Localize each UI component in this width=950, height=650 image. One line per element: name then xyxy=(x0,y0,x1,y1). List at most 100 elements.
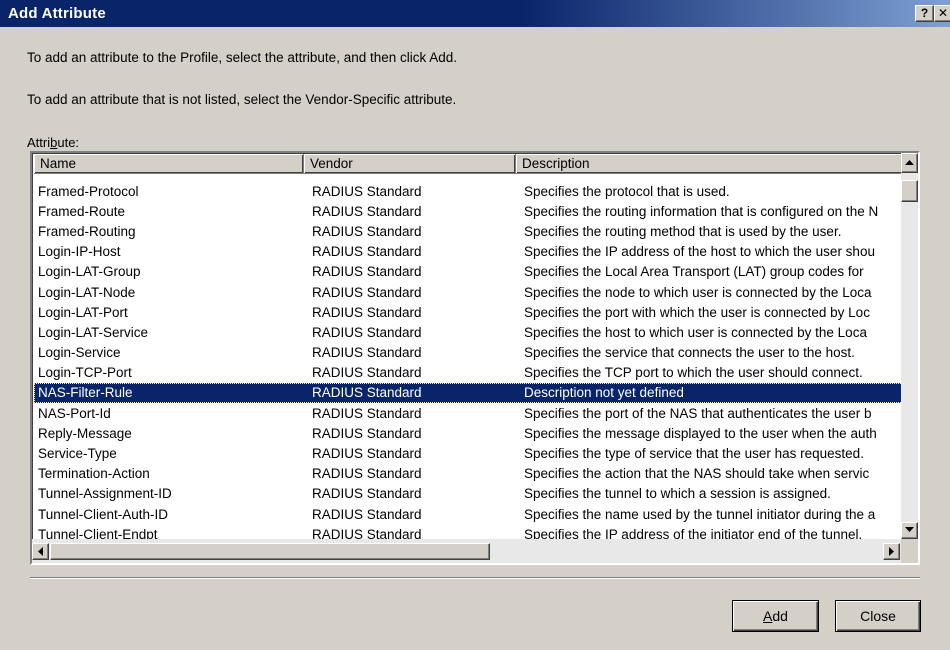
table-row[interactable]: Framed-Routing RADIUS Standard Specifies t… xyxy=(34,221,903,241)
table-row[interactable]: Tunnel-Assignment-ID RADIUS Standard Speci… xyxy=(34,484,903,504)
table-row[interactable]: Framed-Route RADIUS Standard Specifies the… xyxy=(34,201,903,221)
scroll-down-button[interactable] xyxy=(901,522,918,539)
cell-name: Login-IP-Host xyxy=(38,244,121,260)
help-icon: ? xyxy=(920,6,929,20)
vertical-scrollbar[interactable] xyxy=(901,153,918,539)
cell-vendor: RADIUS Standard xyxy=(312,223,422,239)
cell-vendor: RADIUS Standard xyxy=(312,466,422,482)
cell-description: Specifies the port of the NAS that authe… xyxy=(524,405,872,421)
cell-name: NAS-Port-Id xyxy=(38,405,111,421)
table-row[interactable]: Framed-Protocol RADIUS Standard Specifies … xyxy=(34,181,903,201)
cell-vendor: RADIUS Standard xyxy=(312,385,422,401)
cell-vendor: RADIUS Standard xyxy=(312,345,422,361)
cell-description: Specifies the node to which user is conn… xyxy=(524,284,872,300)
scroll-up-button[interactable] xyxy=(901,153,918,173)
cell-description: Specifies the routing information that i… xyxy=(524,203,879,219)
horizontal-scrollbar[interactable] xyxy=(32,539,901,563)
close-button-label: Close xyxy=(860,608,896,624)
cell-description: Specifies the action that the NAS should… xyxy=(524,466,870,482)
close-window-button[interactable]: ✕ xyxy=(934,5,950,22)
divider xyxy=(30,577,920,579)
cell-name: Login-LAT-Port xyxy=(38,304,128,320)
help-button[interactable]: ? xyxy=(915,5,934,22)
table-row[interactable]: Tunnel-Client-Auth-ID RADIUS Standard Spec… xyxy=(34,504,903,524)
close-icon: ✕ xyxy=(937,6,949,20)
table-row[interactable]: Login-LAT-Port RADIUS Standard Specifies t… xyxy=(34,302,903,322)
cell-description: Specifies the protocol that is used. xyxy=(524,183,730,199)
cell-name: Login-Service xyxy=(38,345,121,361)
cell-description: Specifies the port with which the user i… xyxy=(524,304,870,320)
instruction-text-vendor-specific: To add an attribute that is not listed, … xyxy=(27,92,457,107)
column-header-vendor[interactable]: Vendor xyxy=(304,154,516,174)
cell-name: Login-TCP-Port xyxy=(38,365,132,381)
table-row[interactable]: Login-Service RADIUS Standard Specifies th… xyxy=(34,343,903,363)
cell-description: Specifies the routing method that is use… xyxy=(524,223,842,239)
up-arrow-icon xyxy=(905,160,914,165)
table-row[interactable]: Login-LAT-Service RADIUS Standard Specifie… xyxy=(34,322,903,342)
cell-vendor: RADIUS Standard xyxy=(312,425,422,441)
scroll-left-button[interactable] xyxy=(32,543,49,560)
cell-name: NAS-Filter-Rule xyxy=(38,385,133,401)
cell-name: Termination-Action xyxy=(38,466,150,482)
cell-description: Description not yet defined xyxy=(524,385,684,401)
cell-description: Specifies the host to which user is conn… xyxy=(524,324,867,340)
table-row[interactable]: NAS-Filter-Rule RADIUS Standard Descriptio… xyxy=(34,382,903,404)
cell-name: Login-LAT-Service xyxy=(38,324,149,340)
cell-vendor: RADIUS Standard xyxy=(312,183,422,199)
right-arrow-icon xyxy=(888,547,894,556)
table-row[interactable]: Login-IP-Host RADIUS Standard Specifies th… xyxy=(34,242,903,262)
cell-description: Specifies the TCP port to which the user… xyxy=(524,365,863,381)
column-header-name[interactable]: Name xyxy=(34,154,304,174)
cell-vendor: RADIUS Standard xyxy=(312,405,422,421)
horizontal-scroll-thumb[interactable] xyxy=(50,543,490,560)
cell-name: Service-Type xyxy=(38,446,117,462)
cell-vendor: RADIUS Standard xyxy=(312,506,422,522)
table-row[interactable]: Service-Type RADIUS Standard Specifies the… xyxy=(34,443,903,463)
vertical-scroll-thumb[interactable] xyxy=(901,180,918,202)
cell-vendor: RADIUS Standard xyxy=(312,486,422,502)
cell-name: Tunnel-Client-Auth-ID xyxy=(38,506,169,522)
cell-description: Specifies the tunnel to which a session … xyxy=(524,486,831,502)
cell-vendor: RADIUS Standard xyxy=(312,304,422,320)
cell-name: Login-LAT-Group xyxy=(38,264,141,280)
cell-vendor: RADIUS Standard xyxy=(312,446,422,462)
cell-name: Reply-Message xyxy=(38,425,132,441)
cell-vendor: RADIUS Standard xyxy=(312,284,422,300)
table-row[interactable]: Login-TCP-Port RADIUS Standard Specifies t… xyxy=(34,363,903,383)
add-button[interactable]: Add xyxy=(732,600,819,632)
cell-name: Framed-Routing xyxy=(38,223,136,239)
cell-vendor: RADIUS Standard xyxy=(312,324,422,340)
cell-name: Tunnel-Assignment-ID xyxy=(38,486,172,502)
add-button-label: Add xyxy=(763,608,788,624)
attribute-list[interactable]: Name Vendor Description Framed-Protocol R… xyxy=(30,151,920,565)
column-header-description[interactable]: Description xyxy=(516,154,903,174)
cell-name: Framed-Protocol xyxy=(38,183,139,199)
cell-description: Specifies the service that connects the … xyxy=(524,345,855,361)
cell-vendor: RADIUS Standard xyxy=(312,365,422,381)
attribute-list-label: Attribute: xyxy=(27,135,80,150)
instruction-text-add: To add an attribute to the Profile, sele… xyxy=(27,50,458,65)
cell-vendor: RADIUS Standard xyxy=(312,244,422,260)
cell-description: Specifies the name used by the tunnel in… xyxy=(524,506,876,522)
list-header: Name Vendor Description xyxy=(34,154,903,174)
scrollbar-corner xyxy=(901,539,918,563)
table-row[interactable]: Reply-Message RADIUS Standard Specifies th… xyxy=(34,423,903,443)
cell-description: Specifies the message displayed to the u… xyxy=(524,425,877,441)
table-row[interactable]: Login-LAT-Group RADIUS Standard Specifies … xyxy=(34,262,903,282)
title-bar: Add Attribute ? ✕ xyxy=(0,0,950,27)
window-title: Add Attribute xyxy=(8,5,106,22)
close-button[interactable]: Close xyxy=(835,600,921,632)
left-arrow-icon xyxy=(37,547,43,556)
cell-name: Framed-Route xyxy=(38,203,126,219)
table-row[interactable]: Termination-Action RADIUS Standard Specifi… xyxy=(34,464,903,484)
cell-description: Specifies the type of service that the u… xyxy=(524,446,864,462)
table-row[interactable]: Login-LAT-Node RADIUS Standard Specifies t… xyxy=(34,282,903,302)
cell-vendor: RADIUS Standard xyxy=(312,264,422,280)
cell-vendor: RADIUS Standard xyxy=(312,203,422,219)
cell-name: Login-LAT-Node xyxy=(38,284,136,300)
scroll-right-button[interactable] xyxy=(883,543,900,560)
down-arrow-icon xyxy=(905,527,914,532)
cell-description: Specifies the Local Area Transport (LAT)… xyxy=(524,264,864,280)
table-row[interactable]: NAS-Port-Id RADIUS Standard Specifies the … xyxy=(34,403,903,423)
attribute-rows: Framed-Protocol RADIUS Standard Specifies … xyxy=(34,181,903,544)
